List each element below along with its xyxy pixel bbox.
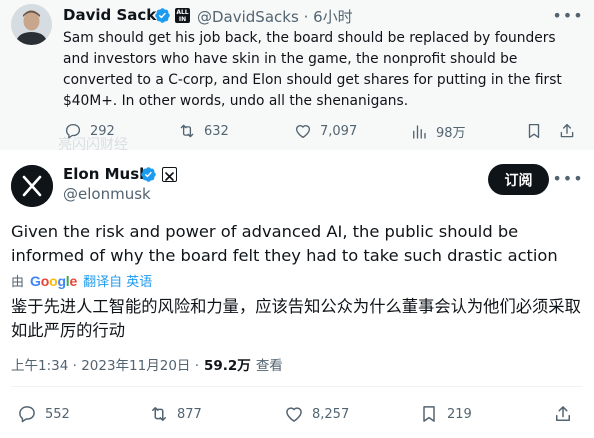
timestamp[interactable]: 上午1:34 · 2023年11月20日 · (11, 354, 199, 374)
tweet-text: Sam should get his job back, the board s… (63, 30, 562, 109)
like-button[interactable]: 7,097 (294, 122, 357, 140)
avatar[interactable] (11, 165, 53, 207)
bookmark-icon (423, 406, 435, 422)
affiliate-badge-text: ALL IN (176, 9, 189, 23)
author-name[interactable]: Elon Musk (63, 165, 149, 183)
repost-icon (180, 124, 194, 138)
repost-button[interactable]: 877 (149, 404, 202, 424)
avatar[interactable] (11, 4, 52, 45)
post-time[interactable]: 6小时 (313, 8, 353, 26)
more-options-button[interactable]: ••• (552, 6, 582, 26)
bookmark-button[interactable]: 219 (419, 404, 472, 424)
share-button[interactable] (558, 122, 576, 140)
translated-by-label: 由 (11, 275, 25, 290)
subscribe-button[interactable]: 订阅 (488, 164, 549, 195)
translation-attribution: 由 Google 翻译自 英语 (11, 271, 152, 291)
affiliate-badge-icon[interactable]: ALL IN (175, 8, 190, 23)
bookmark-count: 219 (447, 406, 472, 422)
handle[interactable]: @elonmusk (63, 185, 151, 203)
view-count: 98万 (436, 126, 466, 141)
verified-badge-icon (155, 8, 170, 23)
reply-button[interactable]: 552 (17, 404, 70, 424)
share-icon (556, 406, 570, 421)
heart-icon (295, 125, 311, 139)
bookmark-icon (528, 123, 540, 139)
share-icon (560, 123, 574, 138)
verified-badge-icon (141, 167, 156, 182)
handle[interactable]: @DavidSacks · 6小时 (197, 6, 353, 27)
heart-icon (286, 407, 302, 422)
repost-button[interactable]: 632 (178, 122, 229, 140)
repost-count: 877 (177, 406, 202, 422)
reply-count: 552 (45, 406, 70, 422)
translated-text: 鉴于先进人工智能的风险和力量，应该告知公众为什么董事会认为他们必须采取如此严厉的… (11, 297, 581, 340)
bookmark-button[interactable] (525, 122, 543, 140)
watermark: 亮闪闪财经 (58, 137, 128, 153)
x-affiliate-icon[interactable] (162, 167, 177, 182)
views-button[interactable]: 98万 (410, 122, 466, 141)
more-icon: ••• (552, 6, 584, 25)
google-logo: Google (30, 272, 78, 289)
repost-count: 632 (204, 123, 229, 139)
views-icon (413, 124, 426, 139)
like-count: 8,257 (312, 406, 350, 422)
tweet-david-sacks[interactable]: David Sacks ALL IN @DavidSacks · 6小时 •••… (0, 0, 594, 153)
reply-icon (19, 406, 35, 423)
divider (11, 386, 583, 387)
like-button[interactable]: 8,257 (284, 404, 349, 424)
like-count: 7,097 (320, 123, 358, 139)
more-options-button[interactable]: ••• (552, 169, 582, 189)
views-label: 查看 (255, 358, 283, 374)
translate-link[interactable]: 翻译自 英语 (83, 271, 152, 290)
tweet-meta: 上午1:34 · 2023年11月20日 · 59.2万 查看 (11, 354, 283, 374)
more-icon: ••• (552, 169, 584, 188)
handle-text: @DavidSacks (197, 8, 299, 26)
repost-icon (152, 407, 166, 421)
author-name[interactable]: David Sacks (63, 6, 165, 24)
share-button[interactable] (553, 404, 573, 424)
tweet-text: Given the risk and power of advanced AI,… (11, 222, 558, 265)
view-count: 59.2万 (204, 358, 251, 374)
separator: · (303, 8, 309, 26)
